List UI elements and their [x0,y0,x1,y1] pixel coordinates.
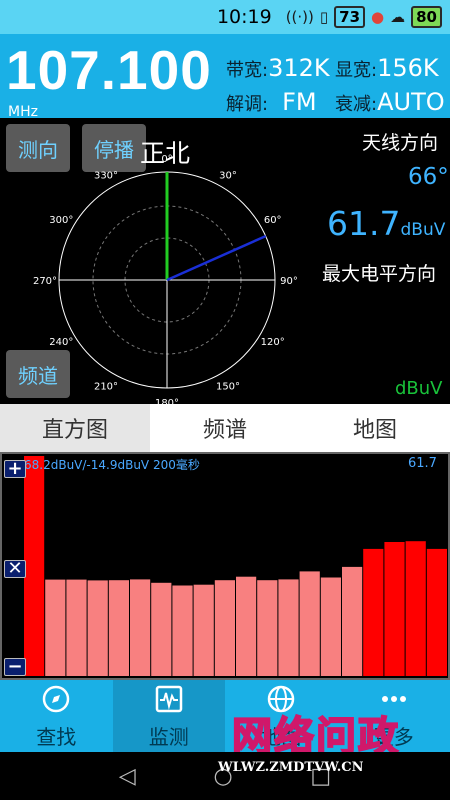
tab-spectrum[interactable]: 频谱 [150,404,300,452]
nav-search-label: 查找 [36,724,77,749]
histogram-bar [24,456,45,676]
compass-angle-label: 0° [161,154,172,165]
compass-angle-label: 270° [33,276,57,287]
compass-dial: 0°30°60°90°120°150°180°210°240°270°300°3… [33,154,298,404]
nav-search[interactable]: 查找 [0,680,113,752]
clock: 10:19 [216,6,272,28]
histogram-bar [257,580,278,676]
histogram-max-value: 61.7 [408,456,437,471]
histogram-bar [320,577,341,676]
compass-angle-label: 30° [219,170,237,181]
compass-angle-label: 60° [264,215,282,226]
signal-level-value: 61.7 [327,204,401,243]
nav-monitor[interactable]: 监测 [112,680,225,752]
histogram-bar [108,580,129,676]
histogram-bar [130,579,151,676]
location-icon: ● [371,8,385,26]
display-width-value: 156K [377,54,439,82]
direction-panel: 测向 停播 频道 正北 0° 30° 60° 90° 120° 150° 180° 210° 2… [0,118,450,404]
histogram-range-info: 68.2dBuV/-14.9dBuV 200毫秒 [24,458,200,472]
histogram-bar [384,542,405,676]
battery-indicator: 73 [334,6,366,28]
histogram-bar [342,566,363,676]
histogram-bar [278,579,299,676]
display-width-label: 显宽: [335,60,378,81]
histogram-bar [87,580,108,676]
compass-angle-label: 150° [216,382,240,393]
sim-icon: ▯ [319,8,329,26]
view-tabs: 直方图 频谱 地图 [0,404,450,452]
zoom-in-button[interactable]: + [4,460,26,478]
bandwidth-label: 带宽: [226,60,269,81]
status-bar: 10:19 ((·)) ▯ 73 ● ☁ 80 [0,0,450,34]
display-width-row[interactable]: 显宽: 156K [335,54,439,82]
compass-angle-label: 120° [261,337,285,348]
frequency-unit: MHz [8,104,38,118]
bandwidth-row[interactable]: 带宽: 312K [226,54,330,82]
histogram-bar [363,548,384,676]
compass-angle-label: 330° [94,170,118,181]
unit-label: dBuV [395,378,443,399]
monitor-wave-icon [153,683,185,715]
bandwidth-value: 312K [268,54,330,82]
histogram-bar [66,579,87,676]
cloud-icon: ☁ [390,8,406,26]
signal-level: 61.7dBuV [327,204,445,243]
tab-map[interactable]: 地图 [300,404,450,452]
battery-indicator-2: 80 [411,6,442,28]
compass-angle-label: 90° [280,276,298,287]
watermark-url: WLWZ.ZMDTVW.CN [218,760,364,775]
histogram-bar [299,571,320,676]
attenuation-value: AUTO [377,88,445,116]
tab-histogram[interactable]: 直方图 [0,404,150,452]
compass-angle-label: 210° [94,382,118,393]
antenna-bearing-needle [166,234,267,282]
hotspot-icon: ((·)) [285,8,314,26]
nav-monitor-label: 监测 [148,724,189,749]
frequency-display[interactable]: 107.100 [6,38,212,102]
back-icon[interactable]: ◁ [119,764,136,789]
attenuation-label: 衰减: [335,94,378,115]
max-level-direction-label: 最大电平方向 [322,263,437,285]
demod-value: FM [282,88,317,116]
clear-button[interactable]: ✕ [4,560,26,578]
histogram-bar [193,584,214,676]
histogram-bar [236,576,257,676]
attenuation-row[interactable]: 衰减: AUTO [335,88,445,116]
zoom-out-button[interactable]: − [4,658,26,676]
signal-level-unit: dBuV [400,220,446,240]
compass-icon [40,683,72,715]
histogram-bar [214,580,235,676]
histogram-bar [45,579,66,676]
frequency-header: 107.100 MHz 带宽: 312K 显宽: 156K 解调: FM 衰减:… [0,34,450,118]
demod-label: 解调: [226,94,269,115]
antenna-degree: 66° [408,164,449,190]
demod-row[interactable]: 解调: FM [226,88,317,116]
histogram-chart: 68.2dBuV/-14.9dBuV 200毫秒 61.7 + ✕ − [0,452,450,680]
histogram-bars [24,456,447,676]
histogram-bar [172,585,193,676]
histogram-bar [405,541,426,676]
antenna-direction-title: 天线方向 [362,132,439,154]
histogram-bar [426,548,447,676]
compass-angle-label: 300° [49,215,73,226]
compass-angle-label: 240° [49,337,73,348]
histogram-bar [151,582,172,676]
